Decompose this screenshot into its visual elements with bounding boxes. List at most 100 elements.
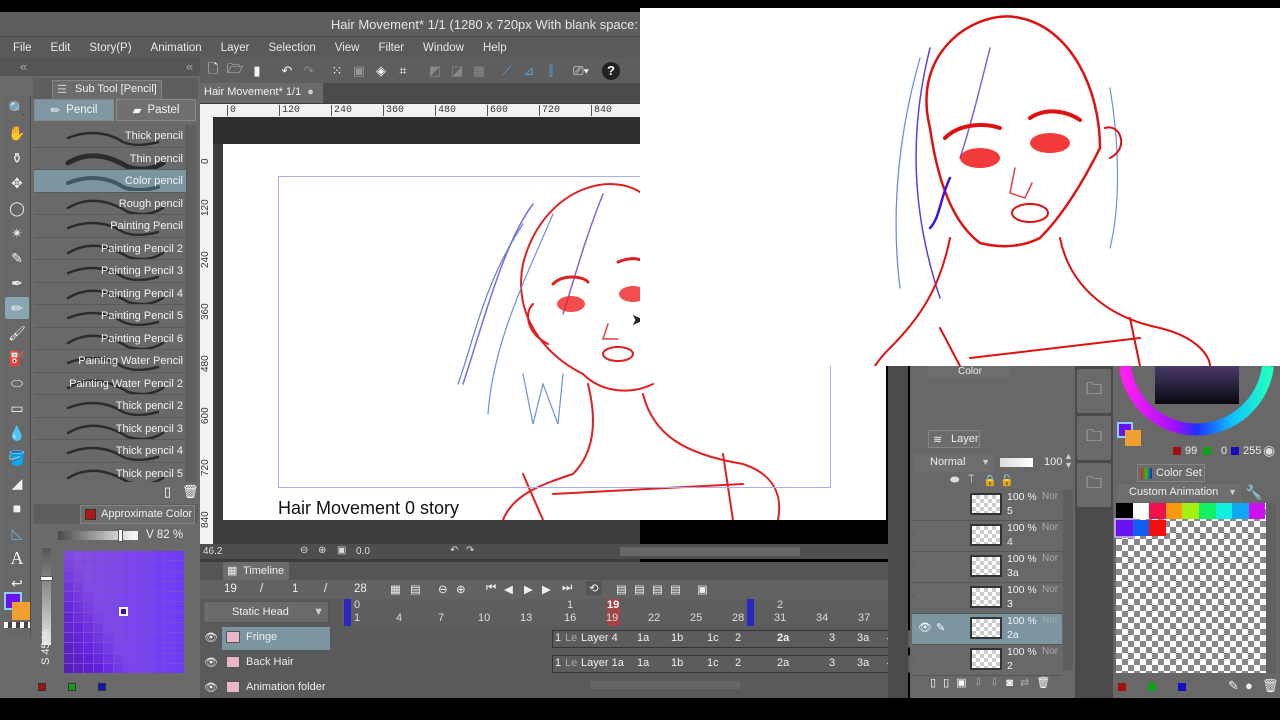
timeline-cell[interactable]: 3a — [857, 657, 869, 669]
color-grid-cell[interactable] — [124, 581, 134, 591]
color-grid-cell[interactable] — [74, 602, 84, 612]
sub-color-swatch[interactable] — [1125, 430, 1141, 446]
menu-story[interactable]: Story(P) — [89, 42, 131, 54]
timeline-settings-icon[interactable]: ▦ — [390, 582, 401, 596]
end-marker[interactable] — [747, 599, 754, 626]
color-grid-cell[interactable] — [94, 551, 104, 561]
color-grid-cell[interactable] — [64, 602, 74, 612]
color-swatch[interactable] — [1232, 503, 1249, 519]
color-grid-cell[interactable] — [84, 622, 94, 632]
saturation-slider-handle[interactable] — [40, 576, 53, 581]
document-tab[interactable]: Hair Movement* 1/1 ● — [200, 83, 323, 103]
brush-item[interactable]: Painting Pencil 5 — [34, 305, 186, 328]
color-grid-cell[interactable] — [164, 581, 174, 591]
color-swatch-grid[interactable] — [1114, 503, 1266, 673]
color-grid-cell[interactable] — [114, 581, 124, 591]
blend-mode-select[interactable]: Normal ▼ — [914, 454, 994, 472]
brush-list-scrollbar[interactable] — [186, 125, 197, 482]
color-grid-cell[interactable] — [124, 663, 134, 673]
brush-item[interactable]: Thin pencil — [34, 148, 186, 170]
color-swatch[interactable] — [1149, 503, 1166, 519]
gradient-tool-icon[interactable]: ◢ — [5, 472, 29, 494]
color-grid-cell[interactable] — [104, 571, 114, 581]
color-grid-cell[interactable] — [74, 581, 84, 591]
brush-item[interactable]: Painting Water Pencil — [34, 350, 186, 373]
opacity-value[interactable]: 100 — [1044, 456, 1062, 468]
color-grid-cell[interactable] — [74, 643, 84, 653]
color-grid-cell[interactable] — [134, 571, 144, 581]
redo-icon[interactable]: ↷ — [300, 62, 318, 80]
new-raster-layer-icon[interactable]: ▯ — [930, 677, 936, 689]
color-grid-cell[interactable] — [164, 602, 174, 612]
color-grid-cell[interactable] — [94, 571, 104, 581]
color-grid-cell[interactable] — [154, 581, 164, 591]
color-grid-cell[interactable] — [104, 592, 114, 602]
approximate-color-tab[interactable]: Approximate Color — [80, 505, 195, 524]
color-grid-cell[interactable] — [104, 551, 114, 561]
timeline-cell[interactable]: 3 — [829, 657, 835, 669]
color-grid-cell[interactable] — [64, 592, 74, 602]
help-icon[interactable]: ? — [602, 61, 620, 80]
color-grid-cell[interactable] — [84, 571, 94, 581]
color-grid-cell[interactable] — [74, 622, 84, 632]
timeline-cell[interactable]: Layer 4 — [581, 632, 618, 644]
color-grid-cell[interactable] — [64, 561, 74, 571]
color-grid-cell[interactable] — [144, 653, 154, 663]
timeline-cell[interactable]: 1a — [637, 657, 649, 669]
canvas-horizontal-scrollbar[interactable] — [620, 547, 800, 556]
color-grid-cell[interactable] — [84, 653, 94, 663]
color-grid-cell[interactable] — [134, 663, 144, 673]
color-grid-cell[interactable] — [174, 612, 184, 622]
pen-tool-icon[interactable]: ✒ — [5, 272, 29, 294]
color-grid-cell[interactable] — [134, 612, 144, 622]
color-grid-cell[interactable] — [64, 653, 74, 663]
menu-selection[interactable]: Selection — [268, 42, 315, 54]
color-grid-cell[interactable] — [174, 643, 184, 653]
replace-color-icon[interactable]: ✎ — [1228, 678, 1239, 694]
close-tab-icon[interactable]: ● — [307, 86, 314, 98]
color-grid-cell[interactable] — [64, 551, 74, 561]
color-grid-cell[interactable] — [94, 653, 104, 663]
eye-icon[interactable]: ◦ — [918, 591, 921, 601]
color-grid-cell[interactable] — [144, 561, 154, 571]
color-grid-cell[interactable] — [84, 581, 94, 591]
transparent-color-swatch[interactable] — [4, 622, 30, 628]
color-grid-cell[interactable] — [154, 561, 164, 571]
new-cel-icon[interactable]: ▤ — [616, 582, 627, 596]
color-grid-cell[interactable] — [154, 663, 164, 673]
decoration-tool-icon[interactable]: ⬭ — [5, 372, 29, 394]
color-swatch[interactable] — [1248, 503, 1266, 519]
timeline-zoom-out-icon[interactable]: ⊖ — [438, 582, 448, 596]
zoom-in-icon[interactable]: ⊕ — [318, 545, 326, 556]
color-grid-cell[interactable] — [104, 622, 114, 632]
color-grid-cell[interactable] — [164, 622, 174, 632]
color-grid-cell[interactable] — [134, 561, 144, 571]
color-grid-cell[interactable] — [164, 633, 174, 643]
color-grid-cell[interactable] — [104, 633, 114, 643]
timeline-cell[interactable]: 1c — [707, 632, 719, 644]
fill-tool-icon[interactable]: 🪣 — [5, 447, 29, 469]
crop-icon[interactable]: ▣ — [350, 62, 368, 80]
eye-icon[interactable]: ◦ — [918, 529, 921, 539]
brush-item[interactable]: Painting Pencil — [34, 215, 186, 238]
color-mode-icon[interactable]: ◉ — [1263, 442, 1275, 459]
color-grid-cell[interactable] — [94, 592, 104, 602]
light-table-icon[interactable]: ▤ — [670, 582, 681, 596]
folder-3d-icon[interactable]: 🗀 — [1077, 416, 1111, 460]
color-grid-cell[interactable] — [154, 551, 164, 561]
color-grid-cell[interactable] — [174, 633, 184, 643]
timeline-cell[interactable]: 3 — [829, 632, 835, 644]
new-vector-layer-icon[interactable]: ▯ — [943, 677, 949, 689]
color-grid-cell[interactable] — [74, 561, 84, 571]
animation-folder-select[interactable]: Static Head ▼ — [203, 601, 329, 623]
brush-item[interactable]: Thick pencil 2 — [34, 395, 186, 418]
color-grid-cell[interactable] — [94, 643, 104, 653]
color-grid-cell[interactable] — [84, 602, 94, 612]
color-grid-cell[interactable] — [104, 663, 114, 673]
track-cells[interactable]: 1LeLayer 1a1a1b1c22a33a45 — [552, 655, 944, 673]
color-grid-cell[interactable] — [64, 663, 74, 673]
lock-layer-icon[interactable]: 🔒 — [983, 474, 997, 487]
layer-row[interactable]: ◦ 100 % Nor 2 — [912, 645, 1062, 676]
gradient-fill-icon[interactable]: ■ — [5, 497, 29, 519]
color-grid-cell[interactable] — [174, 663, 184, 673]
